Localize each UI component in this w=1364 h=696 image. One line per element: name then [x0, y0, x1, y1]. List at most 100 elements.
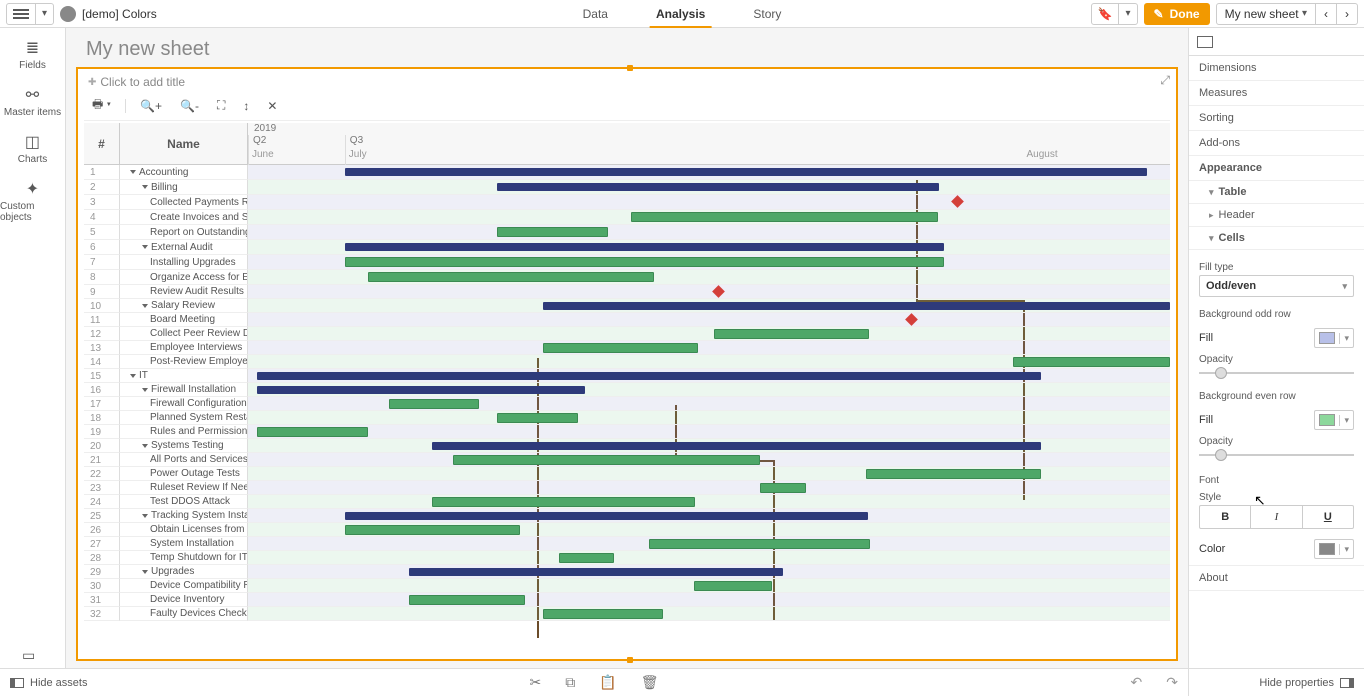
tab-analysis[interactable]: Analysis: [650, 0, 711, 28]
summary-bar[interactable]: [345, 512, 869, 520]
section-appearance[interactable]: Appearance: [1189, 156, 1364, 181]
summary-bar[interactable]: [345, 168, 1147, 176]
fit-icon[interactable]: ⛶: [213, 96, 229, 115]
collapse-icon[interactable]: [142, 444, 148, 448]
collapse-icon[interactable]: [142, 388, 148, 392]
collapse-icon[interactable]: [130, 170, 136, 174]
redo-icon[interactable]: ↷: [1166, 674, 1178, 691]
rail-collapse[interactable]: ▭: [22, 647, 35, 664]
gantt-row[interactable]: 10Salary Review: [84, 299, 1170, 313]
gantt-row[interactable]: 5Report on Outstanding Collections: [84, 225, 1170, 240]
rail-charts[interactable]: ◫Charts: [18, 132, 47, 165]
gantt-row[interactable]: 7Installing Upgrades: [84, 255, 1170, 270]
gantt-row[interactable]: 8Organize Access for External Auditors: [84, 270, 1170, 285]
gantt-row[interactable]: 24Test DDOS Attack: [84, 495, 1170, 509]
sheet-next[interactable]: ›: [1337, 4, 1357, 24]
gantt-row[interactable]: 11Board Meeting: [84, 313, 1170, 327]
gantt-row[interactable]: 18Planned System Restart: [84, 411, 1170, 425]
sheet-title[interactable]: My new sheet: [76, 38, 1178, 61]
global-menu[interactable]: ▾: [6, 3, 54, 25]
col-number[interactable]: #: [84, 123, 120, 164]
zoom-out-icon[interactable]: 🔍-: [176, 97, 203, 115]
gantt-row[interactable]: 21All Ports and Services Testing: [84, 453, 1170, 467]
table-tab-icon[interactable]: [1197, 36, 1213, 48]
font-color-picker[interactable]: [1314, 539, 1354, 559]
zoom-in-icon[interactable]: 🔍+: [136, 97, 166, 115]
task-bar[interactable]: [257, 427, 368, 437]
task-bar[interactable]: [559, 553, 614, 563]
task-bar[interactable]: [345, 257, 944, 267]
gantt-row[interactable]: 27System Installation: [84, 537, 1170, 551]
gantt-row[interactable]: 13Employee Interviews: [84, 341, 1170, 355]
summary-bar[interactable]: [543, 302, 1170, 310]
paste-icon[interactable]: 📋: [599, 674, 616, 691]
milestone-diamond[interactable]: [951, 195, 964, 208]
underline-button[interactable]: U: [1303, 506, 1353, 528]
even-opacity-slider[interactable]: [1199, 449, 1354, 461]
gantt-row[interactable]: 26Obtain Licenses from the Vendor: [84, 523, 1170, 537]
gantt-row[interactable]: 29Upgrades: [84, 565, 1170, 579]
hide-assets-button[interactable]: Hide assets: [10, 677, 87, 689]
sheet-dropdown[interactable]: My new sheet ▾: [1217, 4, 1316, 24]
collapse-icon[interactable]: [142, 185, 148, 189]
hub-icon[interactable]: [60, 6, 76, 22]
gantt-row[interactable]: 22Power Outage Tests: [84, 467, 1170, 481]
odd-opacity-slider[interactable]: [1199, 367, 1354, 379]
task-bar[interactable]: [432, 497, 695, 507]
cut-icon[interactable]: ✂: [530, 674, 542, 691]
gantt-row[interactable]: 6External Audit: [84, 240, 1170, 255]
italic-button[interactable]: I: [1251, 506, 1302, 528]
hide-properties-button[interactable]: Hide properties: [1188, 668, 1364, 696]
task-bar[interactable]: [1013, 357, 1170, 367]
sheet-prev[interactable]: ‹: [1316, 4, 1337, 24]
gantt-row[interactable]: 23Ruleset Review If Needed: [84, 481, 1170, 495]
rail-custom-objects[interactable]: ✦Custom objects: [0, 179, 65, 223]
delete-icon[interactable]: 🗑: [641, 674, 659, 691]
done-button[interactable]: ✎ Done: [1144, 3, 1210, 25]
gantt-row[interactable]: 30Device Compatibility Review: [84, 579, 1170, 593]
task-bar[interactable]: [389, 399, 479, 409]
tab-story[interactable]: Story: [747, 0, 787, 28]
expand-icon[interactable]: ⤢: [1160, 73, 1170, 88]
gantt-row[interactable]: 16Firewall Installation: [84, 383, 1170, 397]
sub-table[interactable]: Table: [1189, 181, 1364, 204]
section-measures[interactable]: Measures: [1189, 81, 1364, 106]
milestone-diamond[interactable]: [712, 285, 725, 298]
milestone-diamond[interactable]: [905, 313, 918, 326]
gantt-object[interactable]: Click to add title ⤢ 🖶 ▾ 🔍+ 🔍- ⛶ ↕ ✕ # N…: [76, 67, 1178, 661]
summary-bar[interactable]: [257, 386, 584, 394]
collapse-icon[interactable]: [142, 514, 148, 518]
gantt-row[interactable]: 1Accounting: [84, 165, 1170, 180]
summary-bar[interactable]: [409, 568, 782, 576]
tab-data[interactable]: Data: [577, 0, 614, 28]
section-dimensions[interactable]: Dimensions: [1189, 56, 1364, 81]
sub-cells[interactable]: Cells: [1189, 227, 1364, 250]
gantt-row[interactable]: 12Collect Peer Review Data: [84, 327, 1170, 341]
task-bar[interactable]: [453, 455, 760, 465]
sub-header[interactable]: Header: [1189, 204, 1364, 227]
gantt-row[interactable]: 2Billing: [84, 180, 1170, 195]
gantt-row[interactable]: 25Tracking System Installation: [84, 509, 1170, 523]
gantt-row[interactable]: 28Temp Shutdown for IT Audit: [84, 551, 1170, 565]
task-bar[interactable]: [866, 469, 1041, 479]
rail-master-items[interactable]: ⚯Master items: [4, 85, 61, 118]
task-bar[interactable]: [714, 329, 869, 339]
gantt-row[interactable]: 31Device Inventory: [84, 593, 1170, 607]
gantt-row[interactable]: 3Collected Payments Review: [84, 195, 1170, 210]
task-bar[interactable]: [368, 272, 654, 282]
collapse-icon[interactable]: [142, 304, 148, 308]
task-bar[interactable]: [345, 525, 520, 535]
section-about[interactable]: About: [1189, 565, 1364, 591]
collapse-icon[interactable]: [142, 245, 148, 249]
collapse-icon[interactable]: [130, 374, 136, 378]
summary-bar[interactable]: [432, 442, 1041, 450]
gantt-row[interactable]: 4Create Invoices and Send Documents: [84, 210, 1170, 225]
collapse-all-icon[interactable]: ✕: [263, 97, 281, 115]
section-sorting[interactable]: Sorting: [1189, 106, 1364, 131]
rail-fields[interactable]: ≣Fields: [19, 38, 46, 71]
gantt-row[interactable]: 9Review Audit Results: [84, 285, 1170, 299]
gantt-row[interactable]: 19Rules and Permissions Assignment: [84, 425, 1170, 439]
summary-bar[interactable]: [345, 243, 944, 251]
even-fill-picker[interactable]: [1314, 410, 1354, 430]
copy-icon[interactable]: ⧉: [565, 674, 575, 691]
